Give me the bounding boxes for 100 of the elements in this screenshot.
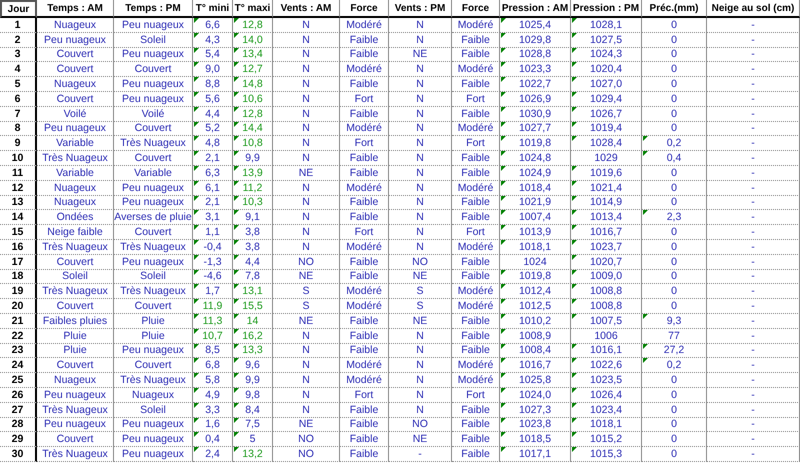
table-cell: Voilé (64, 108, 86, 120)
table-cell: S (302, 300, 310, 312)
table-cell: Modéré (458, 285, 494, 298)
table-cell: 1,7 (205, 285, 220, 298)
table-cell: N (302, 374, 310, 386)
table-cell: 1008,8 (590, 285, 622, 298)
table-cell: 0 (671, 433, 677, 446)
table-cell: Faible (461, 330, 490, 342)
table-cell: Modéré (458, 240, 494, 253)
table-cell: 0 (671, 226, 677, 238)
table-cell: NE (412, 270, 428, 282)
table-cell: Fort (354, 226, 374, 238)
table-cell: 0 (671, 122, 677, 134)
table-cell: Très Nuageux (120, 285, 186, 298)
day-number: 23 (12, 344, 24, 356)
table-cell: 0 (671, 18, 677, 31)
table-cell: Modéré (346, 359, 382, 372)
table-cell: 1025,4 (518, 18, 552, 31)
table-cell: 1023,8 (518, 418, 552, 430)
table-cell: 1018,5 (518, 433, 552, 446)
table-cell: 12,7 (242, 63, 263, 76)
table-cell: 1012,5 (518, 300, 552, 312)
table-cell: - (751, 433, 755, 446)
column-header: Temps : AM (47, 2, 103, 14)
table-cell: Peu nuageux (44, 418, 106, 430)
day-number: 18 (12, 270, 24, 282)
table-cell: 0 (671, 300, 677, 312)
table-cell: Faible (350, 166, 378, 179)
table-cell: - (751, 300, 755, 312)
table-cell: Faible (461, 78, 490, 90)
column-header: Préc.(mm) (650, 2, 698, 14)
table-cell: N (416, 240, 424, 253)
table-cell: 1024 (523, 256, 547, 268)
table-cell: 1016,7 (518, 359, 552, 372)
table-cell: Nuageux (54, 374, 96, 386)
table-cell: 1024,9 (518, 166, 552, 179)
table-cell: 10,3 (242, 196, 263, 208)
day-number: 24 (12, 359, 24, 372)
table-cell: N (302, 122, 310, 134)
table-cell: 2,1 (205, 196, 220, 208)
table-cell: 1016,1 (590, 344, 622, 356)
day-number: 30 (12, 448, 24, 460)
table-cell: Fort (466, 137, 485, 150)
table-cell: Variable (56, 137, 94, 150)
table-cell: N (302, 344, 310, 356)
table-cell: 1008,4 (518, 344, 552, 356)
table-cell: Faible (350, 404, 378, 416)
table-cell: 0 (671, 418, 677, 430)
table-cell: 12,8 (242, 18, 263, 31)
table-cell: 2,4 (205, 448, 220, 460)
table-cell: 13,3 (242, 344, 263, 356)
table-cell: 1023,3 (518, 63, 552, 76)
table-cell: Faible (461, 433, 490, 446)
table-cell: 9,0 (205, 63, 220, 76)
table-cell: 1025,8 (518, 374, 552, 386)
table-cell: - (751, 270, 755, 282)
table-cell: Pluie (63, 344, 87, 356)
table-cell: - (751, 18, 755, 31)
table-cell: 0 (671, 448, 677, 460)
table-cell: Couvert (56, 48, 94, 60)
day-number: 7 (14, 108, 20, 120)
table-cell: Peu nuageux (122, 18, 184, 31)
table-cell: - (751, 166, 755, 179)
day-number: 10 (12, 152, 24, 164)
table-cell: 0 (671, 78, 677, 90)
table-cell: 1026,7 (590, 108, 622, 120)
table-cell: - (751, 285, 755, 298)
table-cell: 10,7 (202, 330, 223, 342)
day-number: 11 (12, 166, 24, 179)
table-cell: Ondées (56, 211, 94, 224)
table-cell: 1019,4 (590, 122, 622, 134)
table-cell: 1015,2 (590, 433, 622, 446)
table-cell: 1,6 (205, 418, 220, 430)
column-header: Temps : PM (125, 2, 181, 14)
table-cell: -0,4 (203, 240, 222, 253)
table-cell: 4,8 (205, 137, 220, 150)
table-cell: 1018,4 (518, 182, 552, 194)
day-number: 13 (12, 196, 24, 208)
table-cell: 0 (671, 166, 677, 179)
table-cell: NE (298, 270, 314, 282)
table-cell: Couvert (134, 300, 172, 312)
table-cell: Faible (350, 78, 378, 90)
table-cell: N (302, 404, 310, 416)
table-cell: 13,2 (242, 448, 263, 460)
table-cell: 0 (671, 388, 677, 401)
table-cell: NO (298, 256, 314, 268)
table-cell: Soleil (62, 270, 88, 282)
table-cell: - (751, 344, 755, 356)
table-cell: N (416, 137, 424, 150)
table-cell: Faible (461, 152, 490, 164)
table-cell: 1023,5 (590, 374, 622, 386)
table-cell: Peu nuageux (122, 448, 184, 460)
day-number: 9 (14, 137, 20, 150)
table-cell: Pluie (141, 330, 165, 342)
table-cell: 0 (671, 374, 677, 386)
table-cell: Nuageux (54, 18, 96, 31)
table-cell: N (302, 330, 310, 342)
table-cell: NE (298, 314, 314, 327)
table-cell: 1023,4 (590, 404, 622, 416)
day-number: 16 (12, 240, 24, 253)
